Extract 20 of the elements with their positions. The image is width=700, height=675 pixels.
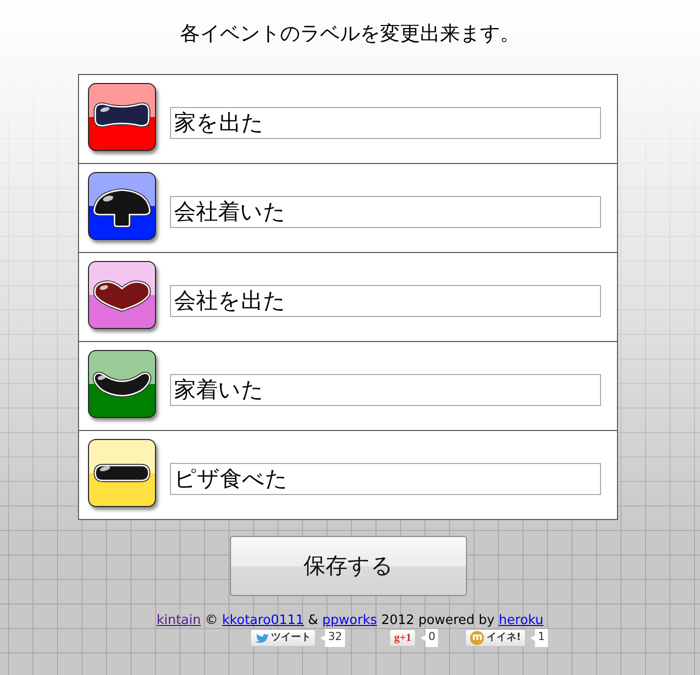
save-button[interactable]: 保存する [230,536,467,596]
plus-one-button[interactable]: g+1 [389,629,416,647]
tweet-button[interactable]: ツイート [250,629,316,647]
share-count: 1 [530,629,548,647]
share-count: 32 [320,629,346,647]
label-input[interactable]: ピザ食べた [170,463,601,495]
credit-link[interactable]: kintain [156,613,201,628]
label-input[interactable]: 家を出た [170,107,601,139]
label-input[interactable]: 家着いた [170,374,601,406]
page-title: 各イベントのラベルを変更出来ます。 [179,20,521,46]
logo-mark: m [470,631,484,645]
credit-link[interactable]: ppworks [322,613,378,628]
bird-icon [255,632,270,644]
credit-link[interactable]: heroku [498,613,544,628]
share-count: 0 [420,629,438,647]
label-input[interactable]: 会社を出た [170,285,601,317]
label-input[interactable]: 会社着いた [170,196,601,228]
like-button[interactable]: m イイネ! [465,629,526,647]
footer-credits: kintain © kkotaro0111 & ppworks 2012 powered by heroku [156,613,544,629]
credit-link[interactable]: kkotaro0111 [222,613,304,628]
